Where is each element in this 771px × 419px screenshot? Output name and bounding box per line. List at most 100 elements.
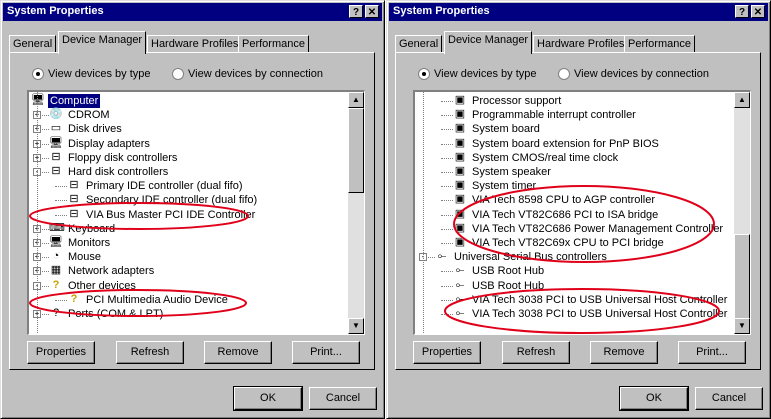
tree-connector-line [441,200,453,202]
help-button[interactable]: ? [349,5,363,18]
tree-item-label: System timer [472,180,537,193]
close-button[interactable]: ✕ [365,5,379,18]
tree-item-label: USB Root Hub [472,265,545,278]
device-manager-panel: View devices by type View devices by con… [9,52,375,370]
print-button[interactable]: Print... [678,341,746,364]
cdrom-icon: 💿 [49,108,63,121]
tree-item-label: VIA Tech 3038 PCI to USB Universal Host … [472,308,728,320]
view-by-type-radio[interactable]: View devices by type [418,67,537,81]
title-bar[interactable]: System Properties ? ✕ [3,3,382,21]
tree-item-label: Display adapters [68,137,150,150]
print-button[interactable]: Print... [292,341,360,364]
help-button[interactable]: ? [735,5,749,18]
ok-button[interactable]: OK [233,386,303,411]
scroll-up-arrow-icon[interactable]: ▲ [348,92,364,108]
system-device-icon: ▣ [454,236,466,248]
scroll-up-arrow-icon[interactable]: ▲ [734,92,750,108]
title-bar[interactable]: System Properties ? ✕ [389,3,768,21]
cancel-button[interactable]: Cancel [695,387,763,410]
display-adapter-icon: 🖥 [49,136,63,149]
tree-item-label: System board [472,123,540,136]
tab-performance[interactable]: Performance [624,35,695,53]
remove-button[interactable]: Remove [590,341,658,364]
tree-item-label: Universal Serial Bus controllers [454,251,607,264]
controller-icon: ⊟ [69,207,79,220]
tree-item-label: VIA Tech VT82C686 Power Management Contr… [472,222,724,235]
tree-item-label: Computer [48,94,101,108]
controller-icon: ⊟ [51,165,61,177]
vertical-scrollbar[interactable]: ▲ ▼ [348,92,364,334]
tab-device-manager[interactable]: Device Manager [58,31,147,54]
refresh-button[interactable]: Refresh [116,341,184,364]
tab-device-manager[interactable]: Device Manager [444,31,533,54]
tab-performance[interactable]: Performance [238,35,309,53]
tree-connector-line [37,92,38,334]
controller-icon: ⊟ [69,179,79,192]
system-device-icon: ▣ [454,165,466,177]
computer-icon: 🖥 [31,94,45,106]
question-mark-icon: ? [52,278,60,291]
device-manager-panel: View devices by type View devices by con… [395,52,761,370]
tree-item-label: PCI Multimedia Audio Device [86,293,228,306]
radio-unselected-icon [558,68,570,81]
view-by-connection-radio[interactable]: View devices by connection [172,67,323,81]
radio-selected-icon [32,68,44,81]
tree-item-label: USB Root Hub [472,279,545,292]
system-device-icon: ▣ [454,221,466,234]
vertical-scrollbar[interactable]: ▲ ▼ [734,92,750,334]
radio-selected-icon [418,68,430,81]
network-adapter-icon: ▦ [50,264,62,277]
tree-item-label: Ports (COM & LPT) [68,308,164,320]
tree-item-label: Monitors [68,237,111,249]
scroll-down-arrow-icon[interactable]: ▼ [348,318,364,334]
close-button[interactable]: ✕ [751,5,765,18]
tree-item-label: System CMOS/real time clock [472,151,619,164]
system-properties-dialog-left: System Properties ? ✕ General Device Man… [0,0,385,419]
tree-item-label: Keyboard [68,222,116,235]
properties-button[interactable]: Properties [413,341,481,364]
view-by-connection-radio[interactable]: View devices by connection [558,67,709,81]
system-properties-dialog-right: System Properties ? ✕ General Device Man… [386,0,771,419]
tree-connector-line [441,157,453,159]
controller-icon: ⊟ [51,150,61,163]
tree-connector-line [55,214,67,216]
tab-hardware-profiles[interactable]: Hardware Profiles [533,35,629,53]
tree-item-label: System board extension for PnP BIOS [472,137,659,150]
tab-general[interactable]: General [395,35,443,53]
tab-general[interactable]: General [9,35,57,53]
refresh-button[interactable]: Refresh [502,341,570,364]
tree-item-label: Network adapters [68,265,155,278]
remove-button[interactable]: Remove [204,341,272,364]
tree-connector-line [441,243,453,244]
system-device-icon: ▣ [454,108,466,121]
ok-button[interactable]: OK [619,386,689,411]
tree-item-label: Primary IDE controller (dual fifo) [86,180,243,193]
system-device-icon: ▣ [454,136,466,149]
tree-item-label: VIA Bus Master PCI IDE Controller [86,208,256,221]
usb-icon: ⟜ [455,292,465,305]
keyboard-icon: ⌨ [49,221,65,234]
device-tree[interactable]: ▲ ▼ ▣ Processor support ▣ Programmable inte… [413,90,751,335]
tree-item-label: Other devices [68,279,136,292]
tree-item-label: Disk drives [68,123,122,136]
scroll-thumb[interactable] [348,108,364,193]
cancel-button[interactable]: Cancel [309,387,377,410]
tree-connector-line [441,115,453,117]
system-device-icon: ▣ [454,150,466,163]
tree-item-label: Floppy disk controllers [68,151,178,164]
usb-icon: ⟜ [437,250,447,263]
tree-item-label: VIA Tech 3038 PCI to USB Universal Host … [472,293,728,306]
scroll-thumb[interactable] [734,234,750,319]
tree-connector-line [55,186,67,188]
properties-button[interactable]: Properties [27,341,95,364]
usb-icon: ⟜ [455,278,465,291]
tree-connector-line [441,271,453,273]
question-mark-icon: ? [70,292,78,305]
device-tree[interactable]: ▲ ▼ 🖥 Computer + 💿 CDROM + ▭ Disk drives + 🖥 Displ… [27,90,365,335]
window-title: System Properties [393,5,490,17]
view-by-type-radio[interactable]: View devices by type [32,67,151,81]
scroll-down-arrow-icon[interactable]: ▼ [734,318,750,334]
tree-item-label: Mouse [68,251,102,264]
tab-hardware-profiles[interactable]: Hardware Profiles [147,35,243,53]
tree-connector-line [441,285,453,287]
